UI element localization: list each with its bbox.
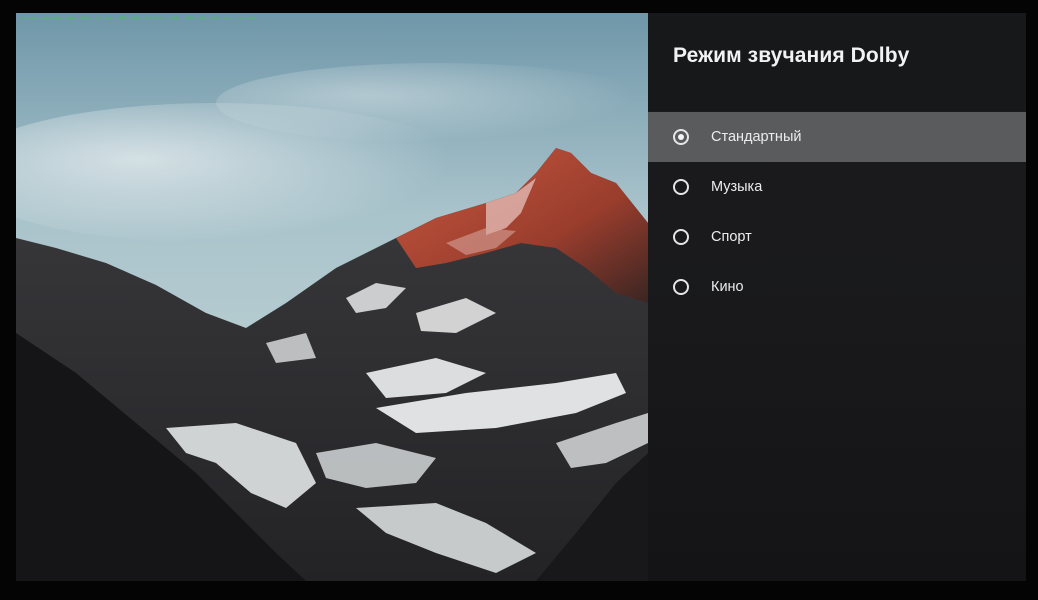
option-label: Кино <box>711 279 744 295</box>
option-sport[interactable]: Спорт <box>648 212 1026 262</box>
panel-header: Режим звучания Dolby <box>648 13 1026 111</box>
tv-screen: DolbyVision/Dolby Audio Status | Video: … <box>16 13 1026 581</box>
osd-overlay-text: DolbyVision/Dolby Audio Status | Video: … <box>22 16 256 20</box>
radio-dot-icon <box>678 134 684 140</box>
option-label: Музыка <box>711 179 763 195</box>
option-cinema[interactable]: Кино <box>648 262 1026 312</box>
tv-bezel: DolbyVision/Dolby Audio Status | Video: … <box>0 0 1038 600</box>
sound-mode-panel: Режим звучания Dolby Стандартный Музыка … <box>648 13 1026 581</box>
option-label: Стандартный <box>711 129 802 145</box>
radio-selected-icon[interactable] <box>673 129 689 145</box>
panel-title: Режим звучания Dolby <box>673 44 910 67</box>
sound-mode-options: Стандартный Музыка Спорт Кино <box>648 112 1026 312</box>
background-photo: DolbyVision/Dolby Audio Status | Video: … <box>16 13 648 581</box>
radio-unselected-icon[interactable] <box>673 229 689 245</box>
radio-unselected-icon[interactable] <box>673 179 689 195</box>
option-standard[interactable]: Стандартный <box>648 112 1026 162</box>
option-label: Спорт <box>711 229 752 245</box>
radio-unselected-icon[interactable] <box>673 279 689 295</box>
mountain-image <box>16 13 648 581</box>
option-music[interactable]: Музыка <box>648 162 1026 212</box>
